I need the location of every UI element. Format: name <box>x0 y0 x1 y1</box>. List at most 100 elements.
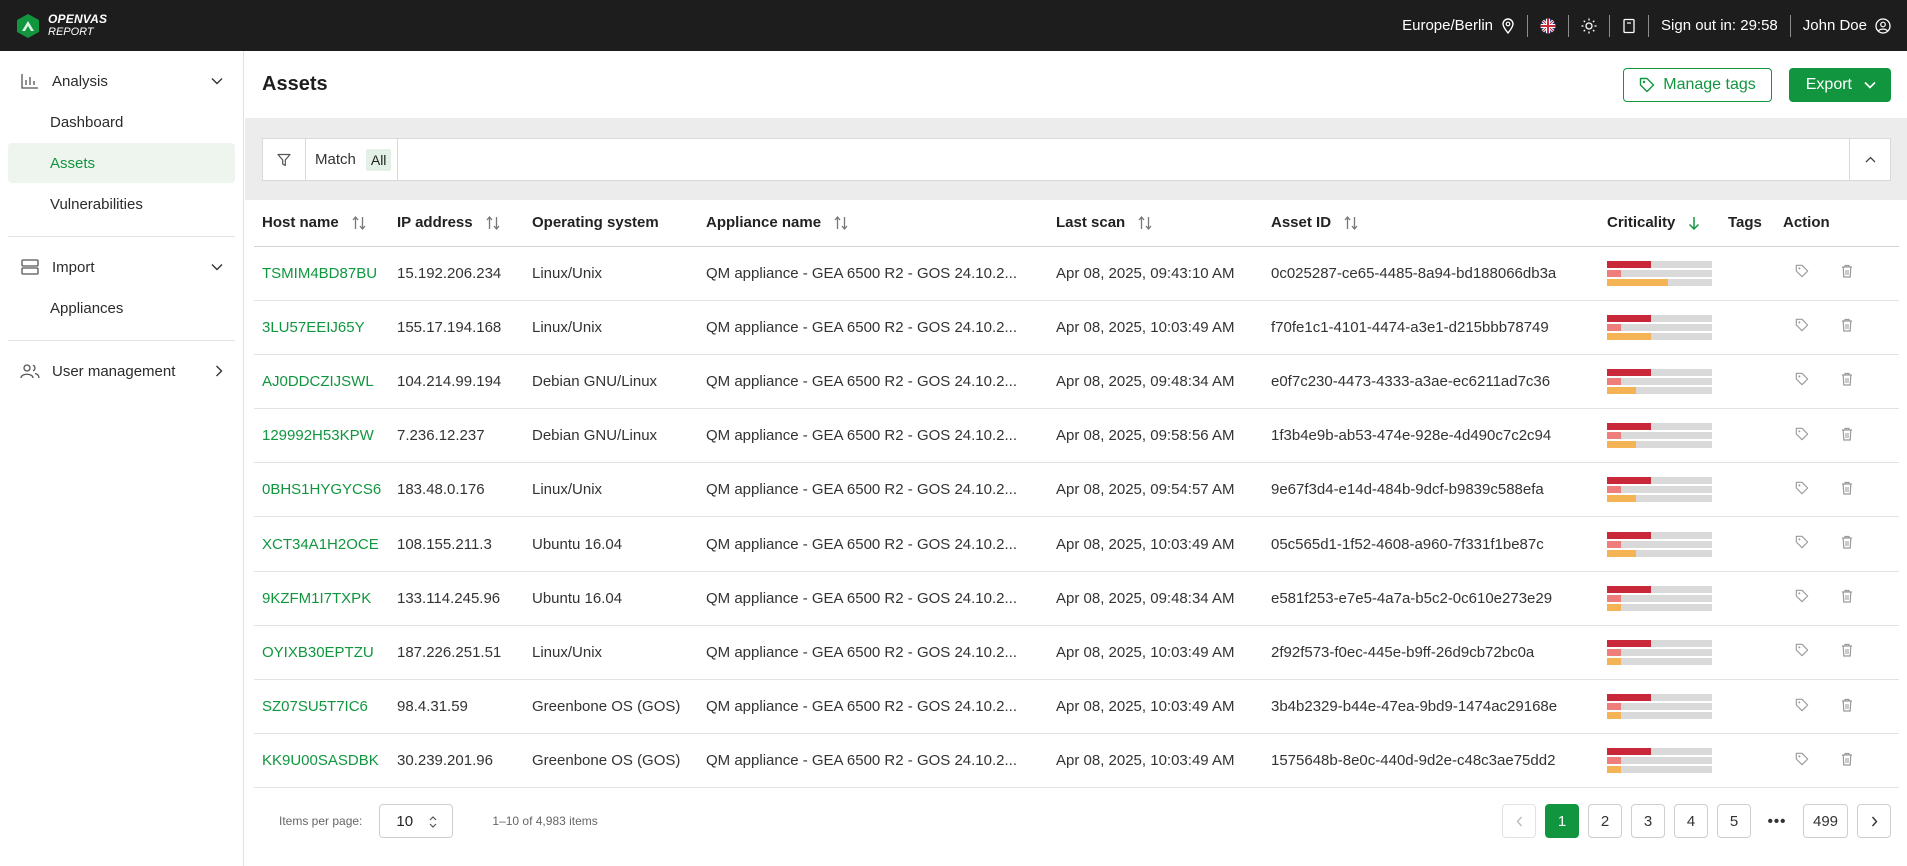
last-scan: Apr 08, 2025, 10:03:49 AM <box>1056 733 1271 789</box>
trash-icon[interactable] <box>1841 589 1853 603</box>
page-button-4[interactable]: 4 <box>1674 804 1708 838</box>
table-row[interactable]: 9KZFM1I7TXPK 133.114.245.96 Ubuntu 16.04 QM… <box>254 571 1899 626</box>
criticality-high-bar-fill <box>1607 748 1652 756</box>
trash-icon[interactable] <box>1841 752 1853 766</box>
column-header-host[interactable]: Host name <box>254 200 397 247</box>
tag-icon[interactable] <box>1795 535 1809 549</box>
trash-icon[interactable] <box>1841 318 1853 332</box>
tag-icon[interactable] <box>1795 589 1809 603</box>
trash-icon[interactable] <box>1841 372 1853 387</box>
asset-id: 0c025287-ce65-4485-8a94-bd188066db3a <box>1271 246 1607 301</box>
docs-button[interactable] <box>1610 14 1648 38</box>
host-name-link[interactable]: AJ0DDCZIJSWL <box>254 354 397 410</box>
column-header-appliance[interactable]: Appliance name <box>706 200 1056 247</box>
nav-group-label: Import <box>52 258 95 276</box>
host-name-link[interactable]: 129992H53KPW <box>254 408 397 464</box>
tag-icon[interactable] <box>1795 643 1809 657</box>
tag-icon[interactable] <box>1795 264 1809 278</box>
signout-timer[interactable]: Sign out in: 29:58 <box>1649 14 1790 38</box>
filter-collapse-button[interactable] <box>1849 139 1890 180</box>
trash-icon[interactable] <box>1841 643 1853 658</box>
criticality-low-bar-fill <box>1607 278 1668 286</box>
manage-tags-button[interactable]: Manage tags <box>1623 67 1772 102</box>
sidebar-item-appliances[interactable]: Appliances <box>8 288 235 328</box>
host-name-link[interactable]: XCT34A1H2OCE <box>254 516 397 572</box>
user-menu[interactable]: John Doe <box>1791 14 1891 38</box>
trash-icon[interactable] <box>1841 427 1853 441</box>
user-circle-icon <box>1875 17 1891 34</box>
page-button-last[interactable]: 499 <box>1803 804 1848 838</box>
criticality-medium-bar <box>1607 432 1712 440</box>
ip-address: 15.192.206.234 <box>397 246 532 301</box>
chevron-down-icon <box>211 78 223 85</box>
criticality-low-bar <box>1607 332 1712 340</box>
page-button-1[interactable]: 1 <box>1545 804 1579 838</box>
host-name-link[interactable]: 9KZFM1I7TXPK <box>254 571 397 626</box>
trash-icon[interactable] <box>1841 481 1853 495</box>
filter-input[interactable] <box>397 139 1849 180</box>
table-row[interactable]: KK9U00SASDBK 30.239.201.96 Greenbone OS (G… <box>254 733 1899 789</box>
host-name-link[interactable]: OYIXB30EPTZU <box>254 625 397 681</box>
tag-icon[interactable] <box>1795 318 1809 332</box>
next-page-button[interactable] <box>1857 804 1891 838</box>
logo[interactable]: OPENVAS REPORT <box>16 12 107 39</box>
table-row[interactable]: OYIXB30EPTZU 187.226.251.51 Linux/Unix QM a… <box>254 625 1899 681</box>
tag-icon[interactable] <box>1795 698 1809 712</box>
last-scan: Apr 08, 2025, 10:03:49 AM <box>1056 625 1271 681</box>
table-row[interactable]: XCT34A1H2OCE 108.155.211.3 Ubuntu 16.04 QM … <box>254 516 1899 572</box>
theme-toggle[interactable] <box>1569 14 1609 38</box>
sidebar-item-assets[interactable]: Assets <box>8 143 235 183</box>
host-name-link[interactable]: SZ07SU5T7IC6 <box>254 679 397 735</box>
criticality-high-bar-fill <box>1607 477 1652 485</box>
column-header-last-scan[interactable]: Last scan <box>1056 200 1271 247</box>
table-row[interactable]: 129992H53KPW 7.236.12.237 Debian GNU/Linux… <box>254 408 1899 464</box>
appliance-name: QM appliance - GEA 6500 R2 - GOS 24.10.2… <box>706 679 1056 735</box>
trash-icon[interactable] <box>1841 535 1853 549</box>
tag-icon[interactable] <box>1795 481 1809 495</box>
host-name-link[interactable]: KK9U00SASDBK <box>254 733 397 789</box>
page-header: Assets Manage tags Export <box>245 51 1907 118</box>
criticality-low-bar-fill <box>1607 549 1637 557</box>
nav-group-import[interactable]: Import <box>0 247 243 287</box>
language-selector[interactable] <box>1528 14 1568 38</box>
asset-id: 1575648b-8e0c-440d-9d2e-c48c3ae75dd2 <box>1271 733 1607 789</box>
export-button[interactable]: Export <box>1788 67 1891 102</box>
criticality-low-bar <box>1607 495 1712 503</box>
table-row[interactable]: 3LU57EEIJ65Y 155.17.194.168 Linux/Unix QM a… <box>254 300 1899 355</box>
action-cell <box>1783 679 1899 735</box>
host-name-link[interactable]: 3LU57EEIJ65Y <box>254 300 397 355</box>
table-row[interactable]: 0BHS1HYGYCS6 183.48.0.176 Linux/Unix QM app… <box>254 462 1899 518</box>
trash-icon[interactable] <box>1841 698 1853 712</box>
tag-icon[interactable] <box>1795 372 1809 386</box>
host-name-link[interactable]: TSMIM4BD87BU <box>254 246 397 301</box>
criticality-medium-bar-fill <box>1607 269 1621 277</box>
host-name-link[interactable]: 0BHS1HYGYCS6 <box>254 462 397 518</box>
tags-cell <box>1728 516 1783 572</box>
items-per-page-select[interactable]: 10 <box>379 804 454 838</box>
nav-group-user-management[interactable]: User management <box>0 351 243 391</box>
nav-group-analysis[interactable]: Analysis <box>0 61 243 101</box>
table-row[interactable]: AJ0DDCZIJSWL 104.214.99.194 Debian GNU/Lin… <box>254 354 1899 410</box>
page-button-3[interactable]: 3 <box>1631 804 1665 838</box>
filter-chip[interactable]: All <box>365 148 392 171</box>
filter-button[interactable] <box>263 139 306 180</box>
items-per-page-value: 10 <box>396 812 414 830</box>
column-header-asset-id[interactable]: Asset ID <box>1271 200 1607 247</box>
export-label: Export <box>1805 75 1852 93</box>
table-row[interactable]: SZ07SU5T7IC6 98.4.31.59 Greenbone OS (GOS)… <box>254 679 1899 735</box>
page-button-5[interactable]: 5 <box>1717 804 1751 838</box>
location-pin-icon <box>1502 17 1514 34</box>
users-icon <box>20 361 40 381</box>
criticality-medium-bar-fill <box>1607 703 1621 711</box>
tag-icon[interactable] <box>1795 427 1809 441</box>
tag-icon[interactable] <box>1795 752 1809 766</box>
column-header-criticality[interactable]: Criticality <box>1607 200 1728 247</box>
column-header-ip[interactable]: IP address <box>397 200 532 247</box>
timezone-selector[interactable]: Europe/Berlin <box>1390 14 1527 38</box>
sidebar-item-dashboard[interactable]: Dashboard <box>8 102 235 142</box>
page-button-2[interactable]: 2 <box>1588 804 1622 838</box>
sidebar-item-vulnerabilities[interactable]: Vulnerabilities <box>8 184 235 224</box>
trash-icon[interactable] <box>1841 264 1853 278</box>
table-row[interactable]: TSMIM4BD87BU 15.192.206.234 Linux/Unix QM a… <box>254 246 1899 301</box>
prev-page-button[interactable] <box>1502 804 1536 838</box>
